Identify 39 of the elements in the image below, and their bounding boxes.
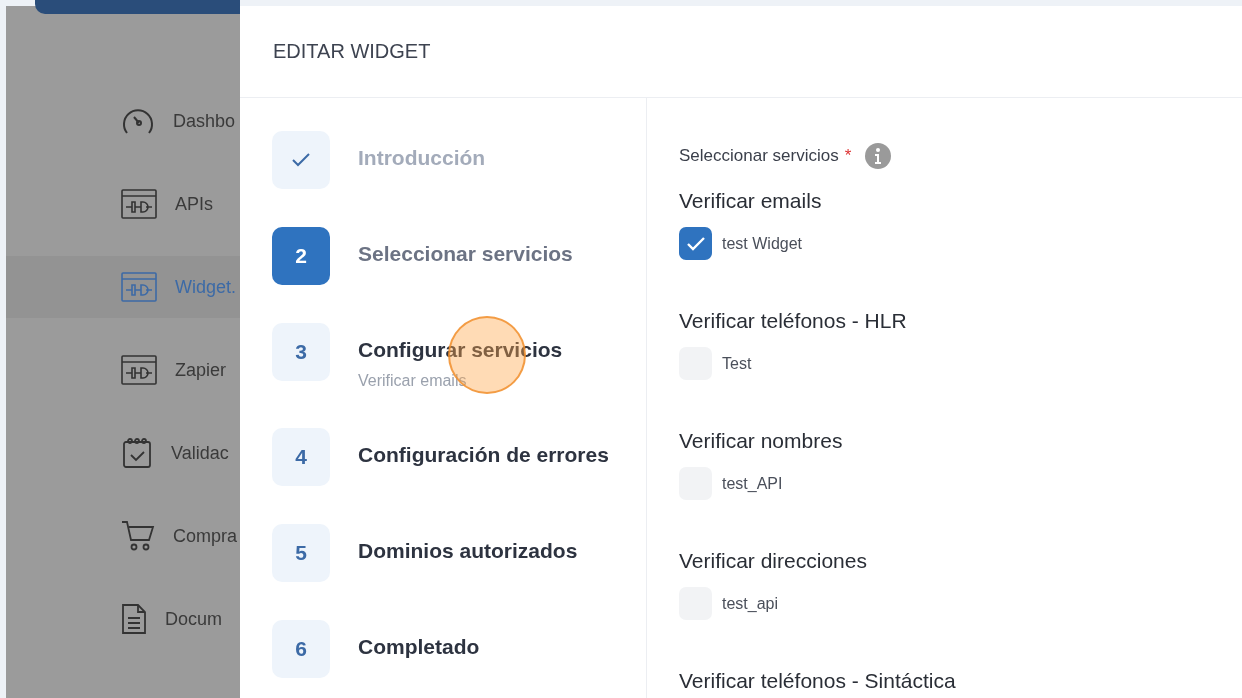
sidebar-item[interactable]: Zapier [6,339,240,401]
sidebar-item[interactable]: APIs [6,173,240,235]
check-icon [685,235,706,252]
sidebar-item[interactable]: Dashbo [6,90,240,152]
group-title: Verificar teléfonos - Sintáctica [679,669,956,693]
step-title[interactable]: Dominios autorizados [358,539,578,563]
step-number[interactable]: 3 [272,323,330,381]
gauge-icon [121,106,155,136]
group-title: Verificar emails [679,189,823,213]
check-icon [292,153,310,167]
group-title: Verificar teléfonos - HLR [679,309,908,333]
checkbox[interactable] [679,227,712,260]
checkbox-label[interactable]: test_api [722,594,779,613]
required-mark: * [844,146,852,166]
document-icon [121,603,147,635]
step-number[interactable] [272,131,330,189]
sidebar-item[interactable]: Compra [6,505,240,567]
calendar-check-icon [121,437,153,469]
checkbox-label[interactable]: Test [722,354,752,373]
step-number[interactable]: 4 [272,428,330,486]
plug-window-icon [121,272,157,302]
drawer-title: EDITAR WIDGET [273,40,431,63]
step-number[interactable]: 2 [272,227,330,285]
group-title: Verificar nombres [679,429,844,453]
step-number[interactable]: 5 [272,524,330,582]
checkbox-label[interactable]: test_API [722,474,783,493]
step-title[interactable]: Configuración de errores [358,443,609,467]
plug-window-icon [121,355,157,385]
info-icon[interactable] [865,143,892,169]
cart-icon [121,520,155,552]
field-label: Seleccionar servicios [679,146,839,166]
step-title[interactable]: Seleccionar servicios [358,242,573,266]
sidebar-item[interactable]: Validac [6,422,240,484]
checkbox-label[interactable]: test Widget [722,234,803,253]
plug-window-icon [121,189,157,219]
step-number[interactable]: 6 [272,620,330,678]
sidebar-item[interactable]: Docum [6,588,240,650]
group-title: Verificar direcciones [679,549,868,573]
step-title[interactable]: Completado [358,635,480,659]
